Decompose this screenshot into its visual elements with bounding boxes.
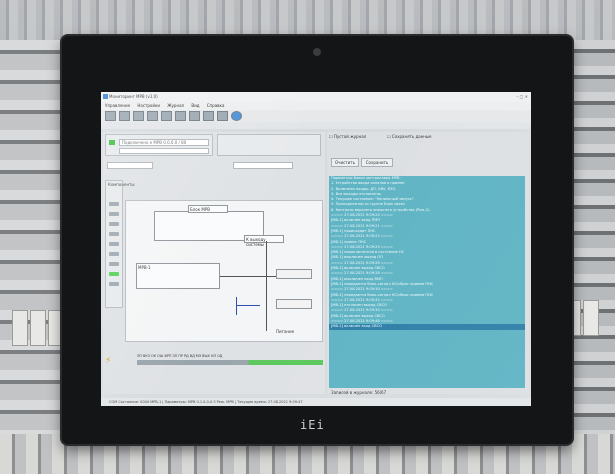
- event-log[interactable]: Параметры блока контроллера МРВ: 1. Устро…: [329, 176, 525, 388]
- group-label: Компоненты: [108, 182, 135, 187]
- tool-icon[interactable]: [189, 111, 200, 121]
- parameters-group: [217, 134, 321, 156]
- component-toggle[interactable]: [109, 262, 119, 266]
- connection-field: Подключено к MPB 0.0.0.0 / 80: [119, 139, 209, 146]
- log-line: [МВ-1] включен вход СВСО: [329, 324, 525, 330]
- clear-button[interactable]: Очистить: [331, 158, 359, 167]
- component-toggle[interactable]: [109, 282, 119, 286]
- tool-icon[interactable]: [175, 111, 186, 121]
- status-bar: COM Состояние: 0000 МРВ-1 | Параметры: М…: [101, 398, 531, 406]
- circuit-breaker: [583, 300, 599, 336]
- tab-strip: [101, 122, 531, 129]
- window-titlebar: Мониторинг МРВ (v1.0) – □ ✕: [101, 92, 531, 102]
- indicator-bar: [137, 360, 323, 365]
- checkbox-label: Сохранять данные: [391, 134, 432, 139]
- app-icon: [103, 94, 108, 99]
- connection-line: [236, 297, 237, 315]
- menu-item[interactable]: Справка: [207, 103, 225, 108]
- value-field[interactable]: [233, 162, 293, 169]
- block-diagram: Блок МРВ К выходу системы МРВ-1 Питание: [125, 200, 323, 342]
- connect-icon[interactable]: [105, 111, 116, 121]
- tool-icon[interactable]: [217, 111, 228, 121]
- tool-icon[interactable]: [161, 111, 172, 121]
- tool-icon[interactable]: [133, 111, 144, 121]
- menu-bar: Управление Настройки Журнал Вид Справка: [101, 102, 531, 110]
- mode-field[interactable]: [107, 162, 153, 169]
- help-icon[interactable]: [231, 111, 242, 121]
- power-label: Питание: [276, 329, 295, 334]
- menu-item[interactable]: Вид: [191, 103, 199, 108]
- menu-item[interactable]: Журнал: [167, 103, 184, 108]
- output-arrow: [276, 269, 312, 279]
- component-toggle[interactable]: [109, 222, 119, 226]
- disconnect-icon[interactable]: [119, 111, 130, 121]
- camera-icon: [313, 48, 321, 56]
- connection-line: [266, 241, 267, 331]
- exit-label: К выходу системы: [244, 235, 284, 247]
- tool-icon[interactable]: [147, 111, 158, 121]
- checkbox-label: Пустой журнал: [333, 134, 367, 139]
- input-arrow: [276, 299, 312, 309]
- connection-line: [236, 305, 260, 306]
- empty-log-checkbox[interactable]: ☐ Пустой журнал: [329, 134, 366, 139]
- circuit-breaker: [30, 310, 46, 346]
- cabinet-left: [0, 40, 70, 474]
- component-toggle[interactable]: [109, 212, 119, 216]
- log-footer: Записей в журнале: 56/67: [331, 390, 387, 395]
- mrv1-label: МРВ-1: [138, 265, 151, 270]
- component-toggle[interactable]: [109, 252, 119, 256]
- connection-line: [220, 276, 280, 277]
- window-title: Мониторинг МРВ (v1.0): [109, 94, 158, 99]
- brand-logo: iEi: [300, 418, 325, 432]
- component-toggle[interactable]: [109, 232, 119, 236]
- component-toggle[interactable]: [109, 202, 119, 206]
- save-data-checkbox[interactable]: ☐ Сохранять данные: [387, 134, 432, 139]
- monitor-screen: Мониторинг МРВ (v1.0) – □ ✕ Управление Н…: [101, 92, 531, 406]
- menu-item[interactable]: Настройки: [137, 103, 160, 108]
- address-field[interactable]: [119, 148, 209, 154]
- right-panel: ☐ Пустой журнал ☐ Сохранять данные Очист…: [327, 132, 529, 395]
- window-controls[interactable]: – □ ✕: [516, 92, 528, 102]
- circuit-breaker: [12, 310, 28, 346]
- mrv1-block: МРВ-1: [136, 263, 220, 289]
- toolbar: [101, 110, 531, 122]
- mrv-block-label: Блок МРВ: [188, 205, 228, 213]
- status-led: [109, 140, 115, 145]
- component-toggle[interactable]: [109, 242, 119, 246]
- tool-icon[interactable]: [203, 111, 214, 121]
- left-panel: Подключено к MPB 0.0.0.0 / 80 Компоненты…: [103, 132, 325, 394]
- lightning-icon: ⚡: [105, 356, 112, 366]
- indicator-row: ЭП ВКЗ ОК ОШ ВРП ЗП ПР РД ВД МЭ ВЫХ НП О…: [137, 354, 223, 358]
- menu-item[interactable]: Управление: [105, 103, 130, 108]
- photo-scene: iEi Мониторинг МРВ (v1.0) – □ ✕ Управлен…: [0, 0, 615, 474]
- component-toggle-active[interactable]: [109, 272, 119, 276]
- save-button[interactable]: Сохранить: [361, 158, 393, 167]
